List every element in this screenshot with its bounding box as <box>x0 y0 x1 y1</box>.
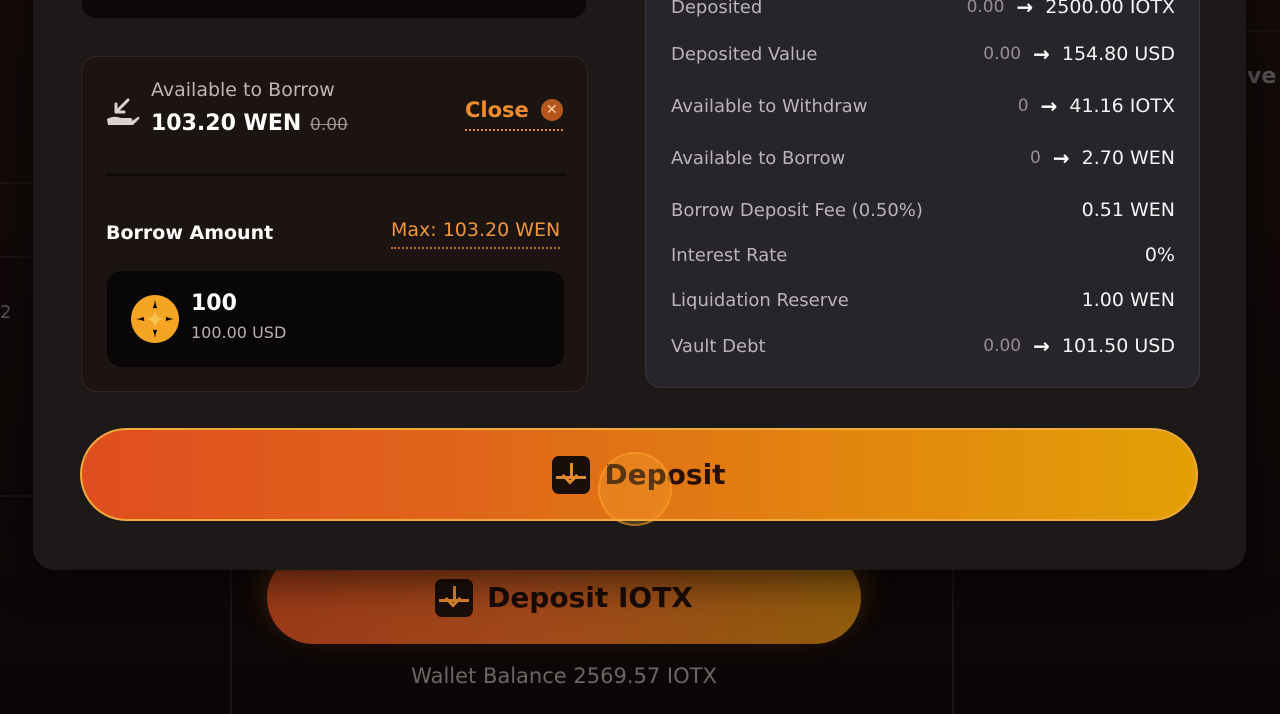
summary-row-available-to-withdraw: Available to Withdraw 0 → 41.16 IOTX <box>671 91 1175 121</box>
deposit-button[interactable]: Deposit <box>80 428 1198 521</box>
arrow-right-icon: → <box>1033 334 1050 358</box>
bg-divider <box>0 256 33 258</box>
download-icon <box>552 455 591 494</box>
summary-to: 154.80 USD <box>1061 43 1175 65</box>
available-to-borrow-previous: 0.00 <box>310 115 348 135</box>
arrow-right-icon: → <box>1033 42 1050 66</box>
close-icon: ✕ <box>540 99 563 121</box>
available-to-borrow-label: Available to Borrow <box>151 79 335 101</box>
deposit-iotx-label: Deposit IOTX <box>487 581 693 614</box>
summary-to: 41.16 IOTX <box>1069 95 1175 117</box>
summary-to: 0% <box>1144 244 1175 266</box>
summary-from: 0.00 <box>983 336 1022 356</box>
arrow-right-icon: → <box>1016 0 1034 19</box>
summary-label: Deposited <box>671 0 763 18</box>
max-amount-button[interactable]: Max: 103.20 WEN <box>391 219 561 249</box>
bg-divider <box>952 570 954 714</box>
summary-row-interest-rate: Interest Rate 0% <box>671 240 1175 270</box>
summary-label: Available to Withdraw <box>671 95 868 117</box>
summary-row-deposited-value: Deposited Value 0.00 → 154.80 USD <box>671 39 1175 69</box>
borrow-amount-input[interactable] <box>191 291 511 316</box>
collateral-card-bottom <box>82 0 586 18</box>
summary-from: 0.00 <box>983 44 1022 64</box>
summary-to: 101.50 USD <box>1061 335 1175 357</box>
summary-to: 2500.00 IOTX <box>1045 0 1175 18</box>
close-label: Close <box>465 98 529 122</box>
wallet-balance: Wallet Balance 2569.57 IOTX <box>411 664 717 688</box>
close-borrow-button[interactable]: Close ✕ <box>465 91 563 131</box>
borrow-hand-icon <box>107 98 140 125</box>
summary-label: Liquidation Reserve <box>671 289 849 311</box>
summary-row-liquidation-reserve: Liquidation Reserve 1.00 WEN <box>671 285 1175 315</box>
borrow-card: Available to Borrow 103.20 WEN 0.00 Clos… <box>81 56 588 392</box>
summary-label: Deposited Value <box>671 43 818 65</box>
summary-row-available-to-borrow: Available to Borrow 0 → 2.70 WEN <box>671 143 1175 173</box>
summary-label: Borrow Deposit Fee (0.50%) <box>671 199 923 221</box>
available-to-borrow-value: 103.20 WEN <box>151 111 302 136</box>
summary-to: 0.51 WEN <box>1081 199 1175 221</box>
bg-side-number: 2 <box>0 302 12 323</box>
wen-token-icon <box>131 295 179 343</box>
borrow-amount-usd: 100.00 USD <box>191 323 287 342</box>
bg-divider <box>0 182 33 184</box>
summary-from: 0 <box>1017 96 1029 116</box>
bg-divider <box>0 495 33 497</box>
summary-label: Interest Rate <box>671 244 788 266</box>
borrow-amount-field[interactable]: 100.00 USD <box>107 271 564 367</box>
summary-from: 0.00 <box>966 0 1005 17</box>
summary-to: 2.70 WEN <box>1081 147 1175 169</box>
summary-label: Vault Debt <box>671 335 766 357</box>
summary-row-deposited: Deposited 0.00 → 2500.00 IOTX <box>671 0 1175 22</box>
card-divider <box>106 173 566 176</box>
download-icon <box>435 578 474 617</box>
bg-divider <box>230 570 232 714</box>
deposit-button-label: Deposit <box>604 458 726 491</box>
summary-row-vault-debt: Vault Debt 0.00 → 101.50 USD <box>671 331 1175 361</box>
borrow-amount-label: Borrow Amount <box>106 222 274 244</box>
vault-summary-card: Deposited 0.00 → 2500.00 IOTX Deposited Va… <box>645 0 1200 388</box>
arrow-right-icon: → <box>1040 94 1058 118</box>
bg-side-text: ve <box>1247 64 1277 89</box>
summary-to: 1.00 WEN <box>1081 289 1175 311</box>
summary-row-borrow-fee: Borrow Deposit Fee (0.50%) 0.51 WEN <box>671 195 1175 225</box>
summary-label: Available to Borrow <box>671 147 846 169</box>
arrow-right-icon: → <box>1052 146 1070 170</box>
summary-from: 0 <box>1030 148 1041 168</box>
bg-divider <box>1246 30 1280 32</box>
